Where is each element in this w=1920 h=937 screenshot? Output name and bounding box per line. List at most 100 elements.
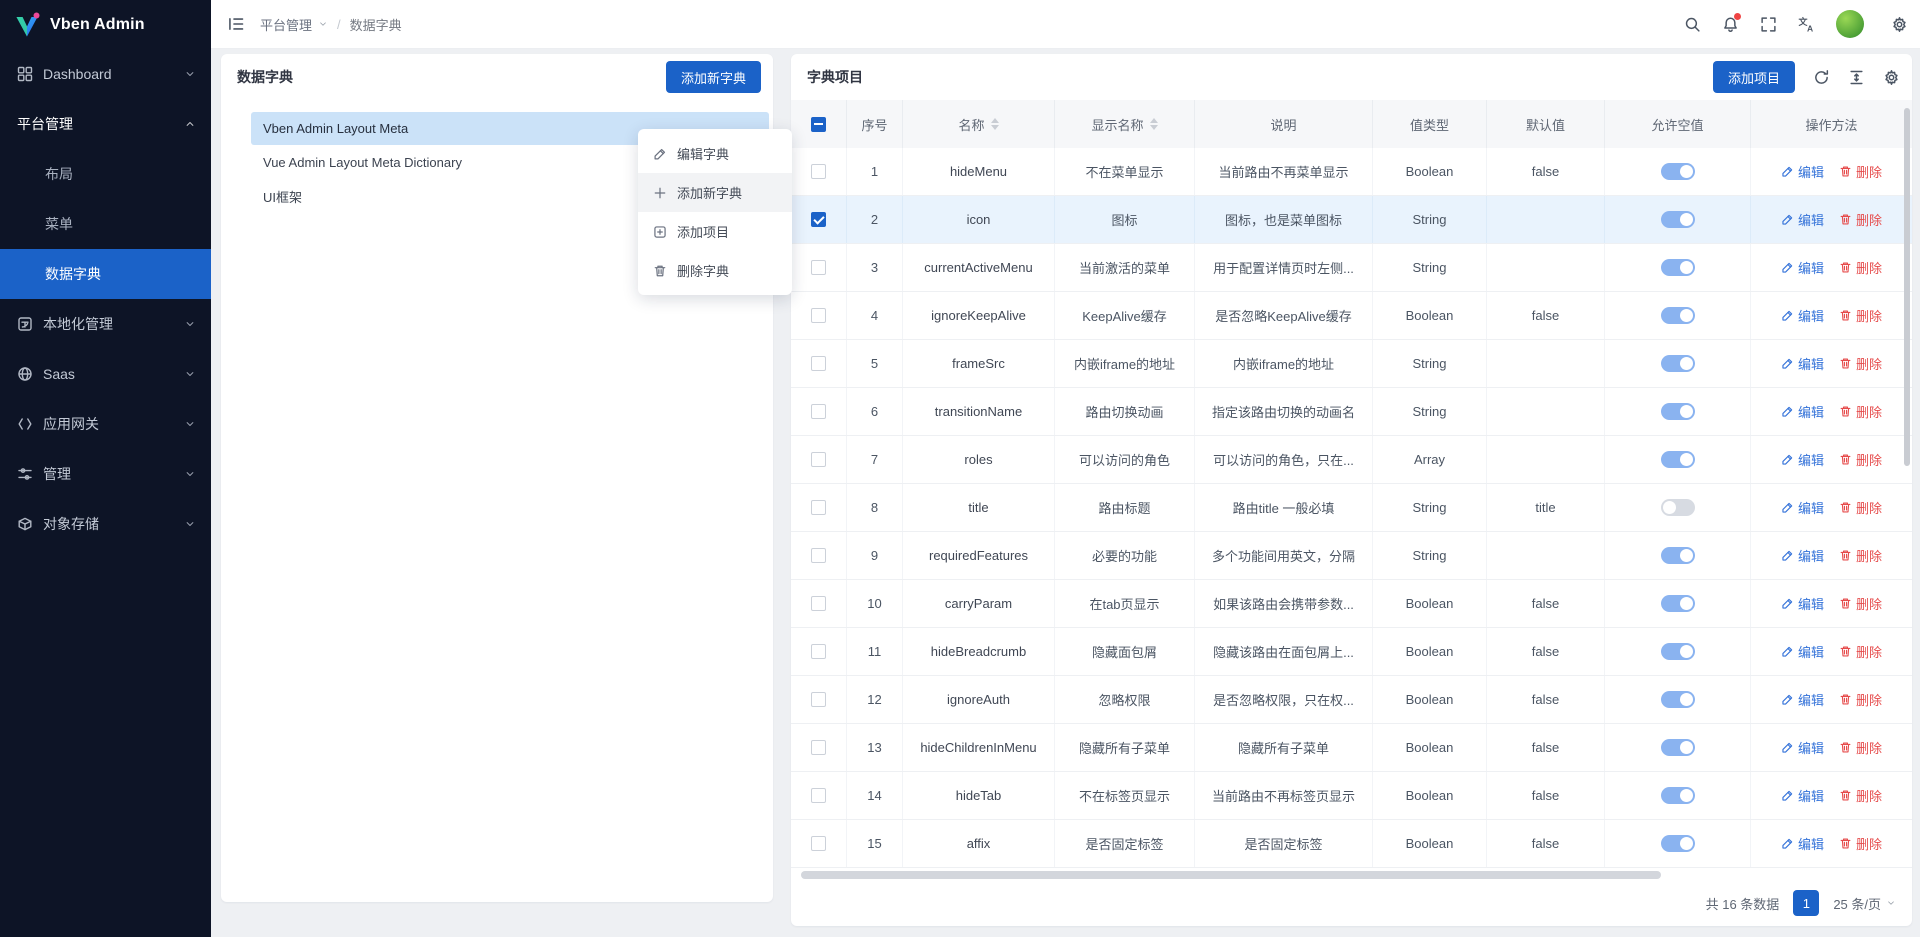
notification-icon[interactable] [1722,16,1739,33]
allow-null-toggle[interactable] [1661,835,1695,852]
edit-row-button[interactable]: 编辑 [1781,306,1824,325]
add-dictionary-button[interactable]: 添加新字典 [666,61,761,93]
table-row[interactable]: 3currentActiveMenu当前激活的菜单用于配置详情页时左侧...St… [791,244,1912,292]
table-row[interactable]: 9requiredFeatures必要的功能多个功能间用英文，分隔String编… [791,532,1912,580]
edit-row-button[interactable]: 编辑 [1781,258,1824,277]
allow-null-toggle[interactable] [1661,739,1695,756]
row-checkbox[interactable] [811,740,826,755]
allow-null-toggle[interactable] [1661,787,1695,804]
edit-row-button[interactable]: 编辑 [1781,402,1824,421]
allow-null-toggle[interactable] [1661,307,1695,324]
edit-row-button[interactable]: 编辑 [1781,834,1824,853]
context-menu-item-plus[interactable]: 添加新字典 [638,173,792,212]
edit-row-button[interactable]: 编辑 [1781,162,1824,181]
allow-null-toggle[interactable] [1661,547,1695,564]
row-checkbox[interactable] [811,356,826,371]
add-item-button[interactable]: 添加项目 [1713,61,1795,93]
delete-row-button[interactable]: 删除 [1839,642,1882,661]
delete-row-button[interactable]: 删除 [1839,834,1882,853]
edit-row-button[interactable]: 编辑 [1781,738,1824,757]
sidebar-item-localization[interactable]: 本地化管理 [0,299,211,349]
sidebar-item-dashboard[interactable]: Dashboard [0,49,211,99]
select-all-checkbox[interactable] [811,117,826,132]
sort-icons[interactable] [991,118,999,130]
fullscreen-icon[interactable] [1760,16,1777,33]
context-menu-item-add-item[interactable]: 添加项目 [638,212,792,251]
sidebar-item-platform[interactable]: 平台管理 [0,99,211,149]
delete-row-button[interactable]: 删除 [1839,690,1882,709]
delete-row-button[interactable]: 删除 [1839,402,1882,421]
edit-row-button[interactable]: 编辑 [1781,786,1824,805]
row-checkbox[interactable] [811,308,826,323]
table-row[interactable]: 8title路由标题路由title 一般必填Stringtitle编辑删除 [791,484,1912,532]
delete-row-button[interactable]: 删除 [1839,594,1882,613]
delete-row-button[interactable]: 删除 [1839,306,1882,325]
column-header-display[interactable]: 显示名称 [1055,100,1195,148]
row-checkbox[interactable] [811,212,826,227]
edit-row-button[interactable]: 编辑 [1781,546,1824,565]
table-row[interactable]: 10carryParam在tab页显示如果该路由会携带参数...Booleanf… [791,580,1912,628]
row-height-icon[interactable] [1848,69,1865,86]
sidebar-subitem-数据字典[interactable]: 数据字典 [0,249,211,299]
edit-row-button[interactable]: 编辑 [1781,594,1824,613]
translate-icon[interactable]: 文A [1798,16,1815,33]
edit-row-button[interactable]: 编辑 [1781,210,1824,229]
row-checkbox[interactable] [811,500,826,515]
allow-null-toggle[interactable] [1661,211,1695,228]
table-row[interactable]: 13hideChildrenInMenu隐藏所有子菜单隐藏所有子菜单Boolea… [791,724,1912,772]
edit-row-button[interactable]: 编辑 [1781,642,1824,661]
vertical-scrollbar-thumb[interactable] [1904,108,1910,466]
delete-row-button[interactable]: 删除 [1839,546,1882,565]
delete-row-button[interactable]: 删除 [1839,786,1882,805]
refresh-icon[interactable] [1813,69,1830,86]
allow-null-toggle[interactable] [1661,355,1695,372]
column-settings-icon[interactable] [1883,69,1900,86]
allow-null-toggle[interactable] [1661,595,1695,612]
logo[interactable]: Vben Admin [0,0,211,49]
delete-row-button[interactable]: 删除 [1839,354,1882,373]
context-menu-item-trash[interactable]: 删除字典 [638,251,792,290]
row-checkbox[interactable] [811,548,826,563]
allow-null-toggle[interactable] [1661,691,1695,708]
avatar[interactable] [1836,10,1864,38]
delete-row-button[interactable]: 删除 [1839,210,1882,229]
table-row[interactable]: 11hideBreadcrumb隐藏面包屑隐藏该路由在面包屑上...Boolea… [791,628,1912,676]
allow-null-toggle[interactable] [1661,163,1695,180]
sidebar-item-admin[interactable]: 管理 [0,449,211,499]
table-row[interactable]: 12ignoreAuth忽略权限是否忽略权限，只在权...Booleanfals… [791,676,1912,724]
row-checkbox[interactable] [811,164,826,179]
edit-row-button[interactable]: 编辑 [1781,498,1824,517]
table-row[interactable]: 6transitionName路由切换动画指定该路由切换的动画名String编辑… [791,388,1912,436]
row-checkbox[interactable] [811,260,826,275]
allow-null-toggle[interactable] [1661,403,1695,420]
table-row[interactable]: 5frameSrc内嵌iframe的地址内嵌iframe的地址String编辑删… [791,340,1912,388]
sort-icons[interactable] [1150,118,1158,130]
edit-row-button[interactable]: 编辑 [1781,354,1824,373]
delete-row-button[interactable]: 删除 [1839,450,1882,469]
table-row[interactable]: 7roles可以访问的角色可以访问的角色，只在...Array编辑删除 [791,436,1912,484]
edit-row-button[interactable]: 编辑 [1781,450,1824,469]
allow-null-toggle[interactable] [1661,259,1695,276]
row-checkbox[interactable] [811,788,826,803]
table-row[interactable]: 4ignoreKeepAliveKeepAlive缓存是否忽略KeepAlive… [791,292,1912,340]
menu-fold-icon[interactable] [227,15,245,33]
horizontal-scrollbar[interactable] [801,870,1902,880]
pagination-page-button[interactable]: 1 [1793,890,1819,916]
row-checkbox[interactable] [811,596,826,611]
allow-null-toggle[interactable] [1661,499,1695,516]
row-checkbox[interactable] [811,404,826,419]
table-row[interactable]: 2icon图标图标，也是菜单图标String编辑删除 [791,196,1912,244]
sidebar-item-storage[interactable]: 对象存储 [0,499,211,549]
sidebar-item-gateway[interactable]: 应用网关 [0,399,211,449]
breadcrumb-parent[interactable]: 平台管理 [260,15,312,34]
table-row[interactable]: 15affix是否固定标签是否固定标签Booleanfalse编辑删除 [791,820,1912,868]
delete-row-button[interactable]: 删除 [1839,498,1882,517]
table-row[interactable]: 1hideMenu不在菜单显示当前路由不再菜单显示Booleanfalse编辑删… [791,148,1912,196]
context-menu-item-edit[interactable]: 编辑字典 [638,134,792,173]
allow-null-toggle[interactable] [1661,451,1695,468]
search-icon[interactable] [1684,16,1701,33]
settings-gear-icon[interactable] [1891,16,1908,33]
column-header-name[interactable]: 名称 [903,100,1055,148]
allow-null-toggle[interactable] [1661,643,1695,660]
delete-row-button[interactable]: 删除 [1839,738,1882,757]
